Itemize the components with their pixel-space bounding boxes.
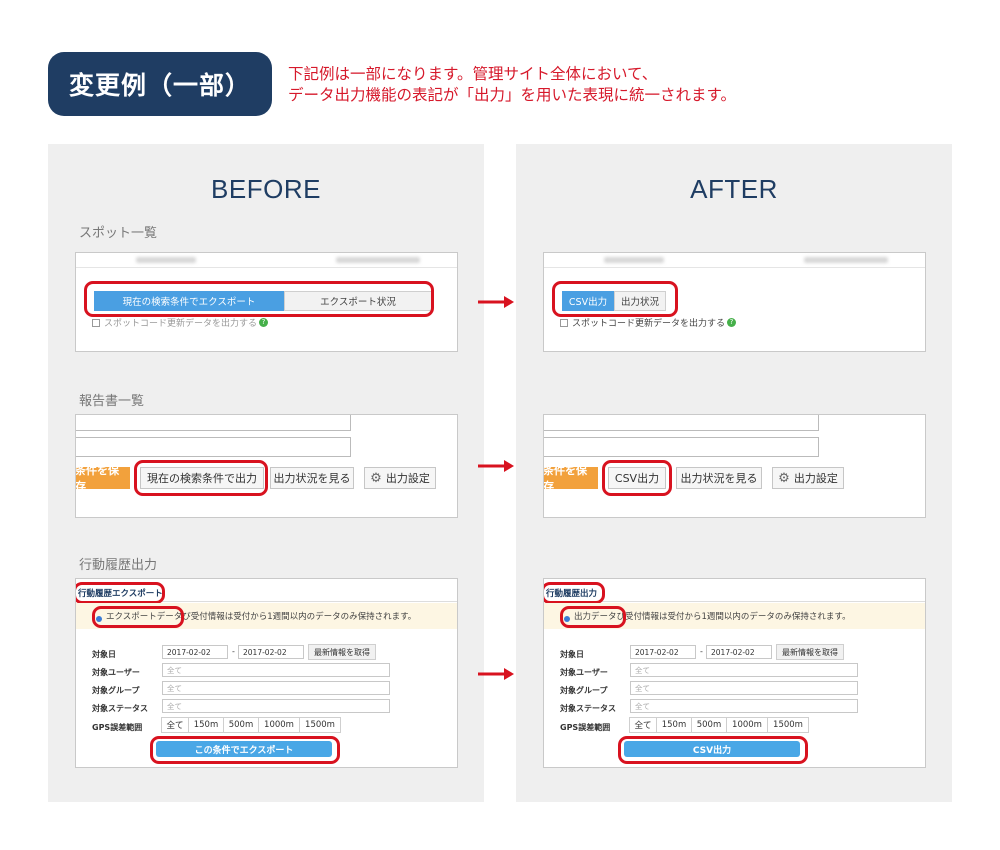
status-field[interactable]: 全て xyxy=(162,699,390,713)
header-badge: 変更例（一部） xyxy=(48,52,272,116)
header-note-line1: 下記例は一部になります。管理サイト全体において、 xyxy=(288,65,658,83)
gps-label: GPS誤差範囲 xyxy=(92,723,143,732)
user-label: 対象ユーザー xyxy=(560,668,608,677)
gps-option[interactable]: 全て xyxy=(629,717,657,733)
report-card-after: 条件を保存 CSV出力 出力状況を見る ⚙ 出力設定 xyxy=(543,414,926,518)
date-label: 対象日 xyxy=(560,650,584,659)
gps-option[interactable]: 150m xyxy=(656,717,692,733)
highlight-box xyxy=(76,582,165,604)
report-input-2[interactable] xyxy=(544,437,819,457)
fetch-latest-button[interactable]: 最新情報を取得 xyxy=(776,644,844,660)
status-label: 対象ステータス xyxy=(92,704,148,713)
report-list-label: 報告書一覧 xyxy=(79,394,145,409)
arrow-right-icon xyxy=(478,296,514,308)
highlight-box xyxy=(84,281,434,317)
spot-checkbox[interactable] xyxy=(560,318,568,327)
output-status-button[interactable]: 出力状況を見る xyxy=(676,467,762,489)
highlight-box xyxy=(92,606,184,628)
group-label: 対象グループ xyxy=(92,686,140,695)
group-field[interactable]: 全て xyxy=(630,681,858,695)
after-title: AFTER xyxy=(690,174,778,204)
export-status-button[interactable]: 出力状況を見る xyxy=(270,467,354,489)
gear-icon: ⚙ xyxy=(778,470,790,486)
status-label: 対象ステータス xyxy=(560,704,616,713)
help-icon[interactable]: ? xyxy=(259,318,269,327)
export-settings-label: 出力設定 xyxy=(385,472,430,485)
report-input-1[interactable] xyxy=(76,415,351,431)
report-input-1[interactable] xyxy=(544,415,819,431)
info-rest-text: び受付情報は受付から1週間以内のデータのみ保持されます。 xyxy=(616,612,851,622)
report-input-2[interactable] xyxy=(76,437,351,457)
highlight-box xyxy=(560,606,626,628)
spot-card-after: スポットコード更新データを出力する ? CSV出力 出力状況 xyxy=(543,252,926,352)
date-from-field[interactable]: 2017-02-02 xyxy=(162,645,228,659)
user-label: 対象ユーザー xyxy=(92,668,140,677)
date-label: 対象日 xyxy=(92,650,116,659)
date-to-field[interactable]: 2017-02-02 xyxy=(706,645,772,659)
user-field[interactable]: 全て xyxy=(162,663,390,677)
gps-option[interactable]: 150m xyxy=(188,717,224,733)
history-card-after: 行動履歴出力 出力データ び受付情報は受付から1週間以内のデータのみ保持されます… xyxy=(543,578,926,768)
date-from-field[interactable]: 2017-02-02 xyxy=(630,645,696,659)
report-card: 条件を保存 現在の検索条件で出力 出力状況を見る ⚙ 出力設定 xyxy=(75,414,458,518)
group-label: 対象グループ xyxy=(560,686,608,695)
gps-option[interactable]: 1000m xyxy=(258,717,300,733)
arrow-right-icon xyxy=(478,668,514,680)
gps-option[interactable]: 500m xyxy=(691,717,727,733)
spot-checkbox-row[interactable]: スポットコード更新データを出力する ? xyxy=(560,316,737,329)
output-settings-label: 出力設定 xyxy=(793,472,838,485)
spot-checkbox-row[interactable]: スポットコード更新データを出力する ? xyxy=(92,316,269,329)
output-settings-button[interactable]: ⚙ 出力設定 xyxy=(772,467,844,489)
save-condition-button[interactable]: 条件を保存 xyxy=(544,464,598,493)
spot-checkbox[interactable] xyxy=(92,318,100,327)
gps-option[interactable]: 1500m xyxy=(299,717,341,733)
before-title: BEFORE xyxy=(211,174,321,204)
date-to-field[interactable]: 2017-02-02 xyxy=(238,645,304,659)
highlight-box xyxy=(544,582,605,604)
help-icon[interactable]: ? xyxy=(727,318,737,327)
before-panel: BEFORE スポット一覧 スポットコード更新データを出力する ? 現在の検索条… xyxy=(48,144,484,802)
arrow-right-icon xyxy=(478,460,514,472)
header-note-line2: データ出力機能の表記が「出力」を用いた表現に統一されます。 xyxy=(288,86,736,104)
save-condition-button[interactable]: 条件を保存 xyxy=(76,464,130,493)
highlight-box xyxy=(602,460,672,496)
export-settings-button[interactable]: ⚙ 出力設定 xyxy=(364,467,436,489)
gps-option[interactable]: 500m xyxy=(223,717,259,733)
header-note: 下記例は一部になります。管理サイト全体において、 データ出力機能の表記が「出力」… xyxy=(288,64,736,106)
info-rest-text: び受付情報は受付から1週間以内のデータのみ保持されます。 xyxy=(182,612,417,622)
user-field[interactable]: 全て xyxy=(630,663,858,677)
history-card: 行動履歴エクスポート エクスポートデータ び受付情報は受付から1週間以内のデータ… xyxy=(75,578,458,768)
spot-checkbox-label: スポットコード更新データを出力する xyxy=(104,319,258,329)
spot-list-label: スポット一覧 xyxy=(79,226,158,241)
highlight-box xyxy=(150,736,340,764)
gps-range-options: 全て 150m 500m 1000m 1500m xyxy=(161,717,341,733)
spot-checkbox-label: スポットコード更新データを出力する xyxy=(572,319,726,329)
gear-icon: ⚙ xyxy=(370,470,382,486)
group-field[interactable]: 全て xyxy=(162,681,390,695)
gps-option[interactable]: 1000m xyxy=(726,717,768,733)
spot-card: スポットコード更新データを出力する ? 現在の検索条件でエクスポート エクスポー… xyxy=(75,252,458,352)
gps-range-options: 全て 150m 500m 1000m 1500m xyxy=(629,717,809,733)
gps-label: GPS誤差範囲 xyxy=(560,723,611,732)
fetch-latest-button[interactable]: 最新情報を取得 xyxy=(308,644,376,660)
highlight-box xyxy=(618,736,808,764)
highlight-box xyxy=(552,281,678,317)
after-panel: AFTER スポットコード更新データを出力する ? CSV出力 出力状況 条件を… xyxy=(516,144,952,802)
gps-option[interactable]: 1500m xyxy=(767,717,809,733)
status-field[interactable]: 全て xyxy=(630,699,858,713)
gps-option[interactable]: 全て xyxy=(161,717,189,733)
highlight-box xyxy=(134,460,268,496)
history-label: 行動履歴出力 xyxy=(79,558,158,573)
